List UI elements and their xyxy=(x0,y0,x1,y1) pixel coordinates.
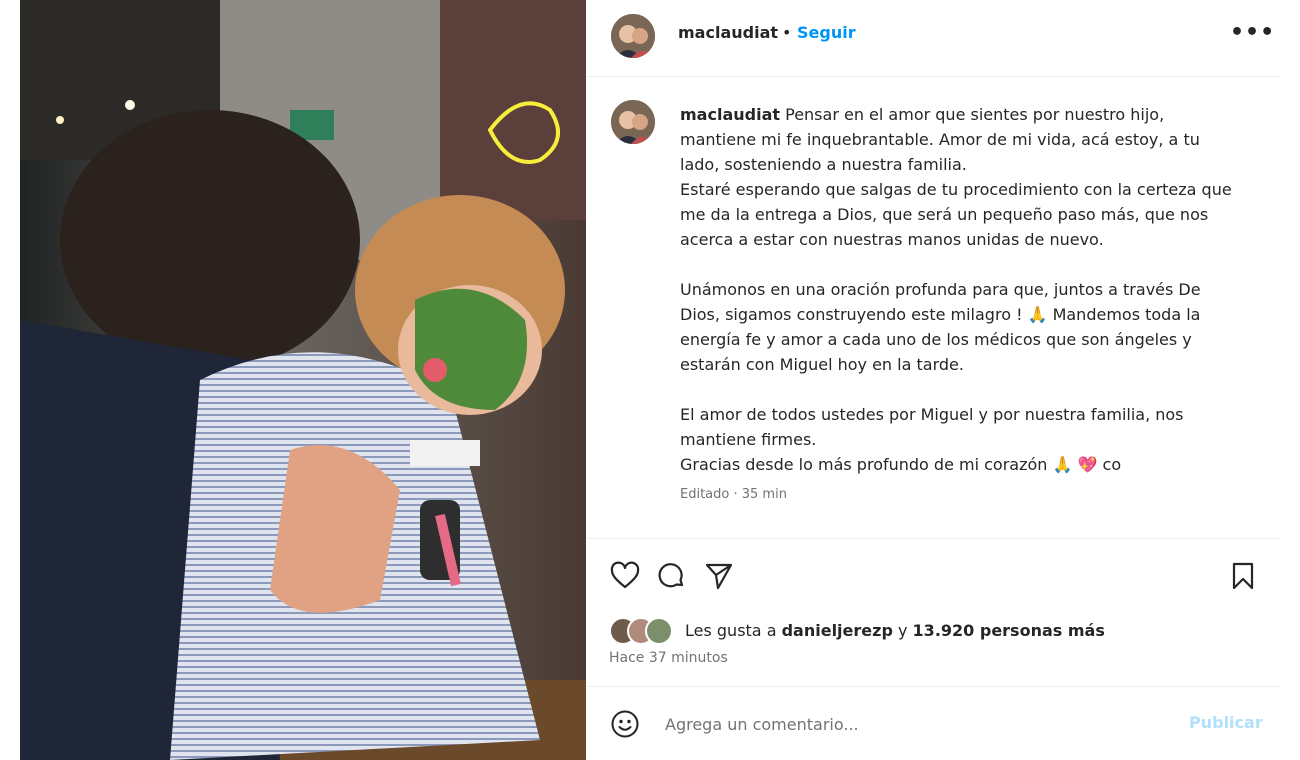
comment-input[interactable] xyxy=(665,711,1145,737)
caption-paragraph: maclaudiat Pensar en el amor que sientes… xyxy=(680,102,1240,177)
post-header: maclaudiat • Seguir ••• xyxy=(587,0,1280,77)
post-details-panel: maclaudiat • Seguir ••• maclaudiat Pensa… xyxy=(587,0,1280,760)
caption-paragraph: Gracias desde lo más profundo de mi cora… xyxy=(680,455,1122,474)
bookmark-icon[interactable] xyxy=(1227,560,1259,592)
follow-button[interactable]: Seguir xyxy=(797,23,856,42)
caption-paragraph: Unámonos en una oración profunda para qu… xyxy=(680,280,1201,374)
heart-icon[interactable] xyxy=(609,560,641,592)
publish-button[interactable]: Publicar xyxy=(1189,713,1263,732)
caption-author-avatar[interactable] xyxy=(611,100,655,144)
liker-avatar[interactable] xyxy=(645,617,673,645)
divider xyxy=(587,538,1280,539)
caption-username[interactable]: maclaudiat xyxy=(680,105,780,124)
send-icon[interactable] xyxy=(703,560,735,592)
post-caption: maclaudiat Pensar en el amor que sientes… xyxy=(680,102,1240,477)
likes-count[interactable]: 13.920 personas más xyxy=(913,621,1105,640)
comment-icon[interactable] xyxy=(655,560,687,592)
caption-paragraph: Estaré esperando que salgas de tu proced… xyxy=(680,180,1232,249)
author-username[interactable]: maclaudiat xyxy=(678,23,778,42)
divider xyxy=(587,686,1280,687)
post-photo[interactable] xyxy=(20,0,586,760)
likes-prefix: Les gusta a xyxy=(685,621,782,640)
liker-username[interactable]: danieljerezp xyxy=(782,621,893,640)
header-separator: • xyxy=(782,23,792,42)
edited-timestamp: Editado · 35 min xyxy=(680,487,787,502)
likes-middle: y xyxy=(892,621,913,640)
smiley-icon[interactable] xyxy=(609,708,641,740)
author-avatar[interactable] xyxy=(611,14,655,58)
caption-paragraph: El amor de todos ustedes por Miguel y po… xyxy=(680,405,1184,449)
likes-summary[interactable]: Les gusta a danieljerezp y 13.920 person… xyxy=(685,621,1105,640)
more-options-icon[interactable]: ••• xyxy=(1230,20,1275,45)
post-timestamp[interactable]: Hace 37 minutos xyxy=(609,650,728,666)
